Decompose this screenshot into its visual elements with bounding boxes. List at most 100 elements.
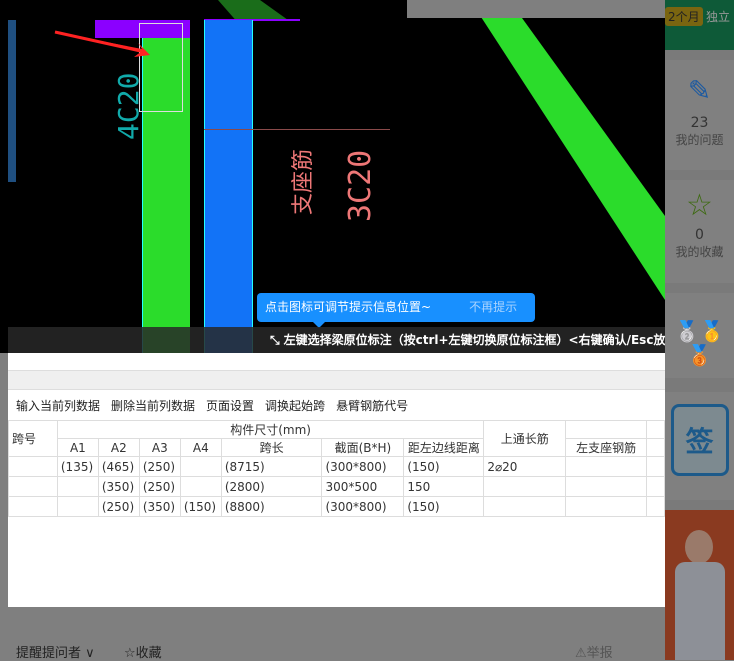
page-settings-button[interactable]: 页面设置 bbox=[206, 399, 254, 413]
promo-photo[interactable] bbox=[665, 510, 734, 660]
status-text: 左键选择梁原位标注（按ctrl+左键切换原位标注框）<右键确认/Esc放弃> bbox=[283, 333, 665, 347]
table-cell[interactable] bbox=[646, 476, 665, 497]
sidebar-header: 2个月 独立 bbox=[665, 0, 734, 50]
star-icon: ☆ bbox=[686, 188, 713, 223]
table-cell[interactable] bbox=[565, 456, 648, 477]
my-favorites-link[interactable]: ☆ 0 我的收藏 bbox=[665, 180, 734, 283]
cad-diagonal-band bbox=[470, 0, 665, 300]
cad-label-4c20: 4C20 bbox=[112, 72, 145, 140]
table-cell[interactable] bbox=[56, 476, 99, 497]
hint-tooltip: 点击图标可调节提示信息位置~ 不再提示 bbox=[257, 293, 535, 328]
warning-icon: ⚠ bbox=[575, 646, 587, 661]
header-section: 截面(B*H) bbox=[321, 438, 405, 457]
swap-start-span-button[interactable]: 调换起始跨 bbox=[265, 399, 325, 413]
header-blank bbox=[646, 420, 665, 439]
header-blank bbox=[565, 420, 648, 439]
star-outline-icon: ☆ bbox=[124, 646, 136, 661]
table-cell[interactable]: (250) bbox=[138, 476, 181, 497]
table-cell[interactable]: (150) bbox=[403, 496, 485, 517]
table-cell[interactable]: (350) bbox=[97, 476, 140, 497]
header-top-rebar: 上通长筋 bbox=[483, 420, 567, 457]
cad-diagonal-top bbox=[218, 0, 288, 20]
cad-label-support: 支座筋 bbox=[291, 148, 316, 215]
header-span-length: 跨长 bbox=[220, 438, 323, 457]
checkin-panel[interactable]: 签 bbox=[665, 392, 734, 500]
table-cell[interactable]: (8800) bbox=[220, 496, 323, 517]
table-cell[interactable]: (350) bbox=[138, 496, 181, 517]
table-cell[interactable] bbox=[8, 456, 58, 477]
panel-strip bbox=[8, 370, 665, 390]
table-cell[interactable] bbox=[483, 476, 567, 497]
table-cell[interactable]: 300*500 bbox=[321, 476, 405, 497]
table-cell[interactable] bbox=[56, 496, 99, 517]
questions-label: 我的问题 bbox=[675, 133, 724, 147]
dismiss-hint-link[interactable]: 不再提示 bbox=[469, 300, 517, 314]
table-cell[interactable]: (465) bbox=[97, 456, 140, 477]
table-cell[interactable]: (300*800) bbox=[321, 456, 405, 477]
favorite-button[interactable]: ☆收藏 bbox=[124, 642, 162, 661]
input-column-button[interactable]: 输入当前列数据 bbox=[16, 399, 100, 413]
chevron-down-icon: ∨ bbox=[85, 646, 95, 661]
duration-badge: 2个月 bbox=[665, 7, 703, 26]
questions-count: 23 bbox=[690, 115, 709, 131]
cantilever-code-button[interactable]: 悬臂钢筋代号 bbox=[336, 399, 408, 413]
checkin-sign-icon[interactable]: 签 bbox=[670, 404, 729, 476]
beam-annotation-panel: 输入当前列数据 删除当前列数据 页面设置 调换起始跨 悬臂钢筋代号 跨号 构件尺寸(mm… bbox=[8, 353, 665, 607]
header-a1: A1 bbox=[56, 438, 99, 457]
table-row: (350) (250) (2800) 300*500 150 bbox=[8, 476, 665, 497]
table-cell[interactable] bbox=[646, 456, 665, 477]
table-cell[interactable] bbox=[8, 476, 58, 497]
cad-label-3c20: 3C20 bbox=[343, 149, 378, 222]
my-questions-link[interactable]: ✎ 23 我的问题 bbox=[665, 60, 734, 170]
cad-dim-line bbox=[204, 129, 390, 130]
medals-panel[interactable]: 🥈🥇🥉 bbox=[665, 293, 734, 378]
header-a3: A3 bbox=[138, 438, 181, 457]
right-sidebar: 2个月 独立 ✎ 23 我的问题 ☆ 0 我的收藏 🥈🥇🥉 签 bbox=[665, 0, 734, 660]
table-cell[interactable] bbox=[565, 476, 648, 497]
remind-asker-button[interactable]: 提醒提问者 ∨ bbox=[16, 642, 95, 661]
table-cell[interactable]: (250) bbox=[138, 456, 181, 477]
red-arrow-icon bbox=[54, 30, 150, 57]
table-cell[interactable]: (8715) bbox=[220, 456, 323, 477]
table-cell[interactable] bbox=[565, 496, 648, 517]
toolbar: 输入当前列数据 删除当前列数据 页面设置 调换起始跨 悬臂钢筋代号 bbox=[16, 397, 419, 414]
favorites-label: 我的收藏 bbox=[675, 245, 724, 259]
medals-icon: 🥈🥇🥉 bbox=[674, 319, 725, 367]
table-cell[interactable] bbox=[8, 496, 58, 517]
table-row: (250) (350) (150) (8800) (300*800) (150) bbox=[8, 496, 665, 517]
remind-label: 提醒提问者 bbox=[16, 646, 82, 661]
cad-blue-column bbox=[204, 20, 253, 353]
span-table: 跨号 构件尺寸(mm) 上通长筋 A1 A2 A3 A4 跨长 截面(B*H) … bbox=[8, 420, 665, 517]
table-cell[interactable]: (300*800) bbox=[321, 496, 405, 517]
header-left-support: 左支座钢筋 bbox=[565, 438, 648, 457]
header-offset: 距左边线距离 bbox=[403, 438, 485, 457]
table-cell[interactable]: (135) bbox=[56, 456, 99, 477]
badge-text: 独立 bbox=[706, 10, 731, 24]
header-a2: A2 bbox=[97, 438, 140, 457]
photo-suit bbox=[675, 562, 725, 660]
table-cell[interactable]: 2⌀20 bbox=[483, 456, 567, 477]
edit-note-icon: ✎ bbox=[687, 74, 712, 107]
table-cell[interactable] bbox=[179, 476, 222, 497]
status-bar: ⤡ 左键选择梁原位标注（按ctrl+左键切换原位标注框）<右键确认/Esc放弃> bbox=[8, 327, 665, 353]
header-a4: A4 bbox=[179, 438, 222, 457]
header-span-no: 跨号 bbox=[8, 420, 58, 457]
report-button[interactable]: ⚠举报 bbox=[575, 642, 613, 661]
table-cell[interactable]: (150) bbox=[179, 496, 222, 517]
table-cell[interactable] bbox=[646, 496, 665, 517]
delete-column-button[interactable]: 删除当前列数据 bbox=[111, 399, 195, 413]
favorite-label: 收藏 bbox=[135, 646, 162, 661]
page-header-strip bbox=[407, 0, 665, 18]
table-cell[interactable] bbox=[179, 456, 222, 477]
bottom-actions: 提醒提问者 ∨ ☆收藏 ⚠举报 bbox=[0, 640, 665, 661]
photo-head bbox=[685, 530, 713, 564]
table-cell[interactable]: (150) bbox=[403, 456, 485, 477]
cad-left-bar bbox=[8, 20, 16, 182]
header-group-size: 构件尺寸(mm) bbox=[56, 420, 485, 439]
favorites-count: 0 bbox=[695, 227, 704, 243]
table-cell[interactable]: 150 bbox=[403, 476, 485, 497]
table-cell[interactable]: (250) bbox=[97, 496, 140, 517]
table-cell[interactable]: (2800) bbox=[220, 476, 323, 497]
table-cell[interactable] bbox=[483, 496, 567, 517]
collapse-arrows-icon[interactable]: ⤡ bbox=[270, 333, 280, 347]
